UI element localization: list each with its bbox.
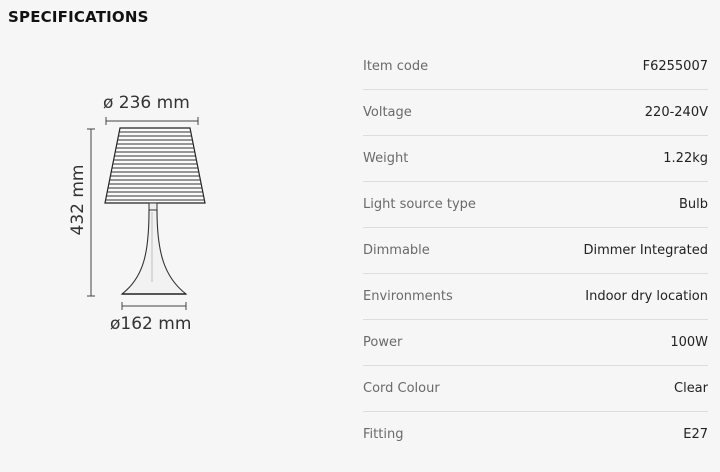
spec-row-light-source-type: Light source type Bulb bbox=[363, 182, 708, 228]
base-diameter-label: ø162 mm bbox=[110, 314, 192, 334]
spec-row-environments: Environments Indoor dry location bbox=[363, 274, 708, 320]
spec-label: Weight bbox=[363, 151, 409, 166]
spec-row-item-code: Item code F6255007 bbox=[363, 44, 708, 90]
spec-label: Environments bbox=[363, 289, 453, 304]
spec-row-dimmable: Dimmable Dimmer Integrated bbox=[363, 228, 708, 274]
spec-label: Voltage bbox=[363, 105, 412, 120]
spec-label: Power bbox=[363, 335, 403, 350]
spec-value: 220-240V bbox=[644, 105, 708, 120]
shade-diameter-label: ø 236 mm bbox=[103, 93, 190, 113]
spec-value: Clear bbox=[674, 381, 708, 396]
spec-value: Bulb bbox=[678, 197, 708, 212]
spec-label: Fitting bbox=[363, 427, 404, 442]
spec-value: Dimmer Integrated bbox=[583, 243, 708, 258]
page-title: SPECIFICATIONS bbox=[8, 8, 149, 26]
spec-row-voltage: Voltage 220-240V bbox=[363, 90, 708, 136]
spec-row-weight: Weight 1.22kg bbox=[363, 136, 708, 182]
spec-row-fitting: Fitting E27 bbox=[363, 412, 708, 457]
height-label: 432 mm bbox=[68, 164, 88, 236]
spec-value: 100W bbox=[670, 335, 708, 350]
spec-value: 1.22kg bbox=[663, 151, 708, 166]
spec-label: Item code bbox=[363, 59, 429, 74]
spec-value: E27 bbox=[683, 427, 708, 442]
spec-label: Cord Colour bbox=[363, 381, 440, 396]
spec-row-cord-colour: Cord Colour Clear bbox=[363, 366, 708, 412]
spec-label: Dimmable bbox=[363, 243, 430, 258]
spec-value: Indoor dry location bbox=[585, 289, 708, 304]
spec-row-power: Power 100W bbox=[363, 320, 708, 366]
spec-label: Light source type bbox=[363, 197, 476, 212]
spec-value: F6255007 bbox=[642, 59, 708, 74]
specs-table: Item code F6255007 Voltage 220-240V Weig… bbox=[363, 44, 708, 457]
